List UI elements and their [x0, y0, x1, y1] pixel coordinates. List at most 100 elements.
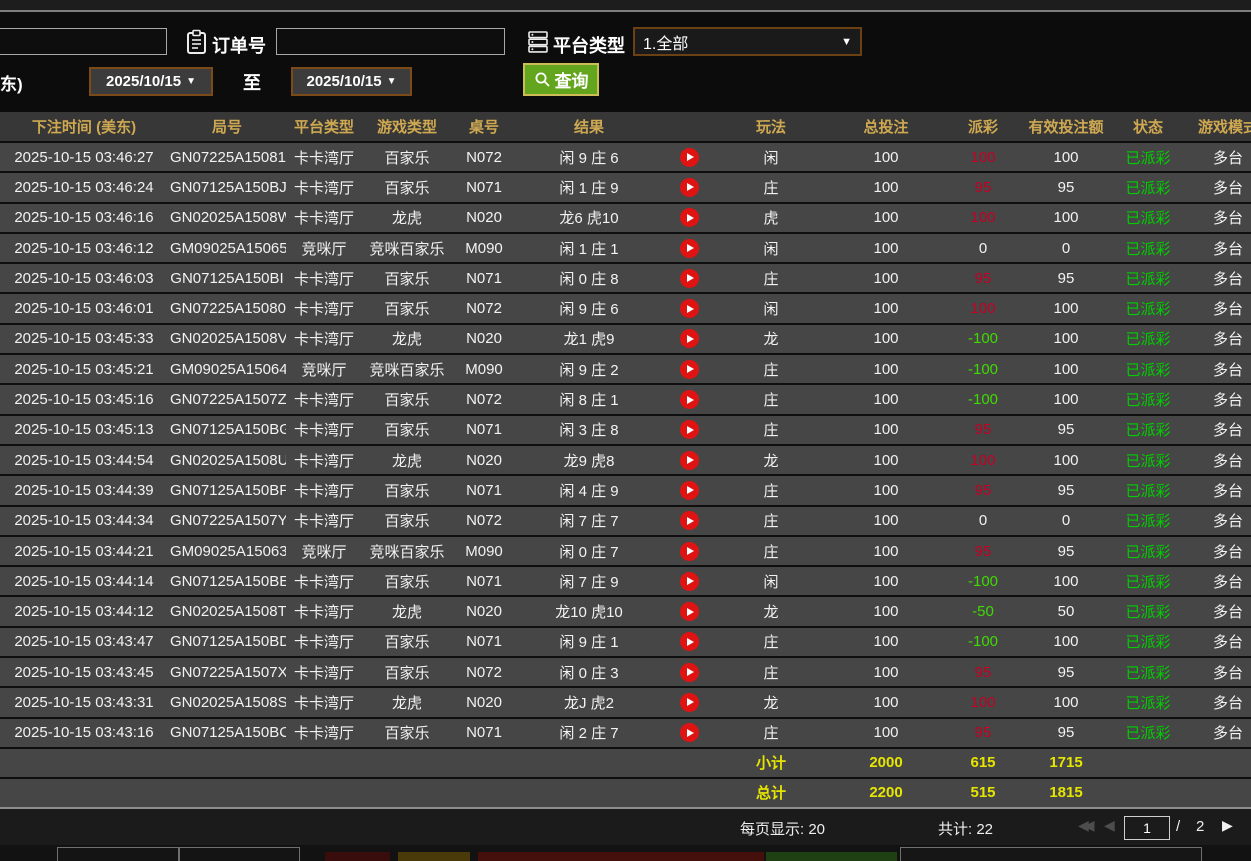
table-row: 2025-10-15 03:44:54GN02025A1508U卡卡湾厅龙虎N0…: [0, 445, 1251, 475]
play-video-icon[interactable]: [680, 420, 699, 439]
date-to-picker[interactable]: 2025/10/15 ▼: [291, 67, 412, 96]
left-search-input[interactable]: [0, 28, 167, 55]
result: 闲 0 庄 3: [516, 657, 662, 687]
empty-cell: [362, 748, 452, 778]
payout: -100: [946, 354, 1020, 384]
game-type: 龙虎: [362, 445, 452, 475]
play-type: 龙: [716, 445, 826, 475]
lower-color-patch: [398, 852, 470, 861]
round-id: GN07225A15081: [168, 142, 286, 172]
valid-bet: 100: [1020, 627, 1112, 657]
result: 闲 0 庄 7: [516, 536, 662, 566]
play-video-icon[interactable]: [680, 178, 699, 197]
round-id: GM09025A15063: [168, 536, 286, 566]
valid-bet: 100: [1020, 445, 1112, 475]
column-header: [662, 112, 716, 142]
valid-bet: 95: [1020, 475, 1112, 505]
bet-time: 2025-10-15 03:45:16: [0, 384, 168, 414]
order-number-label: 订单号: [212, 32, 266, 58]
order-number-input[interactable]: [276, 28, 505, 55]
play-type: 庄: [716, 718, 826, 748]
column-header: 局号: [168, 112, 286, 142]
date-from-value: 2025/10/15: [106, 73, 181, 90]
payout: 100: [946, 142, 1020, 172]
game-type: 竞咪百家乐: [362, 536, 452, 566]
round-id: GN02025A1508S: [168, 687, 286, 717]
chevron-down-icon: ▼: [387, 76, 397, 87]
status: 已派彩: [1112, 354, 1184, 384]
play-video-icon[interactable]: [680, 663, 699, 682]
search-button[interactable]: 查询: [523, 63, 599, 96]
payout: 95: [946, 415, 1020, 445]
play-video-icon[interactable]: [680, 632, 699, 651]
empty-cell: [168, 748, 286, 778]
game-mode: 多台: [1184, 718, 1251, 748]
payout: 100: [946, 687, 1020, 717]
game-type: 百家乐: [362, 293, 452, 323]
table-number: N072: [452, 142, 516, 172]
play-video-icon[interactable]: [680, 239, 699, 258]
empty-cell: [662, 778, 716, 808]
replay-cell: [662, 354, 716, 384]
result: 闲 0 庄 8: [516, 263, 662, 293]
table-number: M090: [452, 233, 516, 263]
status: 已派彩: [1112, 566, 1184, 596]
play-video-icon[interactable]: [680, 481, 699, 500]
page-number-input[interactable]: [1124, 816, 1170, 840]
play-video-icon[interactable]: [680, 208, 699, 227]
round-id: GN07125A150BF: [168, 475, 286, 505]
play-video-icon[interactable]: [680, 723, 699, 742]
date-from-picker[interactable]: 2025/10/15 ▼: [89, 67, 213, 96]
table-number: N071: [452, 566, 516, 596]
play-type: 庄: [716, 506, 826, 536]
payout: 95: [946, 263, 1020, 293]
game-mode: 多台: [1184, 596, 1251, 626]
play-video-icon[interactable]: [680, 451, 699, 470]
clipboard-icon: [185, 29, 208, 60]
table-number: N071: [452, 627, 516, 657]
platform-hall: 竞咪厅: [286, 354, 362, 384]
table-row: 2025-10-15 03:44:21GM09025A15063竞咪厅竞咪百家乐…: [0, 536, 1251, 566]
valid-bet: 95: [1020, 415, 1112, 445]
game-mode: 多台: [1184, 506, 1251, 536]
platform-type-select[interactable]: 1.全部 ▼: [633, 27, 862, 56]
table-number: N071: [452, 263, 516, 293]
platform-type-label: 平台类型: [553, 32, 625, 58]
result: 闲 9 庄 6: [516, 293, 662, 323]
play-video-icon[interactable]: [680, 693, 699, 712]
previous-page-icon[interactable]: ◀: [1104, 817, 1115, 834]
bet-time: 2025-10-15 03:44:21: [0, 536, 168, 566]
play-video-icon[interactable]: [680, 511, 699, 530]
empty-cell: [1112, 748, 1184, 778]
table-row: 2025-10-15 03:46:12GM09025A15065竞咪厅竞咪百家乐…: [0, 233, 1251, 263]
payout: 100: [946, 293, 1020, 323]
empty-cell: [286, 748, 362, 778]
table-row: 2025-10-15 03:44:39GN07125A150BF卡卡湾厅百家乐N…: [0, 475, 1251, 505]
empty-cell: [362, 778, 452, 808]
round-id: GN07125A150BG: [168, 415, 286, 445]
payout: -100: [946, 384, 1020, 414]
round-id: GN07225A1507Z: [168, 384, 286, 414]
platform-hall: 卡卡湾厅: [286, 687, 362, 717]
first-page-icon[interactable]: ◀◀: [1078, 817, 1090, 834]
table-number: N020: [452, 445, 516, 475]
play-video-icon[interactable]: [680, 542, 699, 561]
table-row: 2025-10-15 03:43:31GN02025A1508S卡卡湾厅龙虎N0…: [0, 687, 1251, 717]
total-bet: 100: [826, 142, 946, 172]
bet-time: 2025-10-15 03:46:03: [0, 263, 168, 293]
play-video-icon[interactable]: [680, 572, 699, 591]
search-icon: [534, 71, 551, 88]
round-id: GN07225A15080: [168, 293, 286, 323]
column-header: 平台类型: [286, 112, 362, 142]
result: 龙9 虎8: [516, 445, 662, 475]
result: 龙1 虎9: [516, 324, 662, 354]
play-video-icon[interactable]: [680, 602, 699, 621]
next-page-icon[interactable]: ▶: [1222, 817, 1233, 834]
platform-type-icon: [527, 30, 549, 59]
play-video-icon[interactable]: [680, 329, 699, 348]
play-video-icon[interactable]: [680, 360, 699, 379]
play-video-icon[interactable]: [680, 299, 699, 318]
play-video-icon[interactable]: [680, 269, 699, 288]
play-video-icon[interactable]: [680, 390, 699, 409]
play-video-icon[interactable]: [680, 148, 699, 167]
